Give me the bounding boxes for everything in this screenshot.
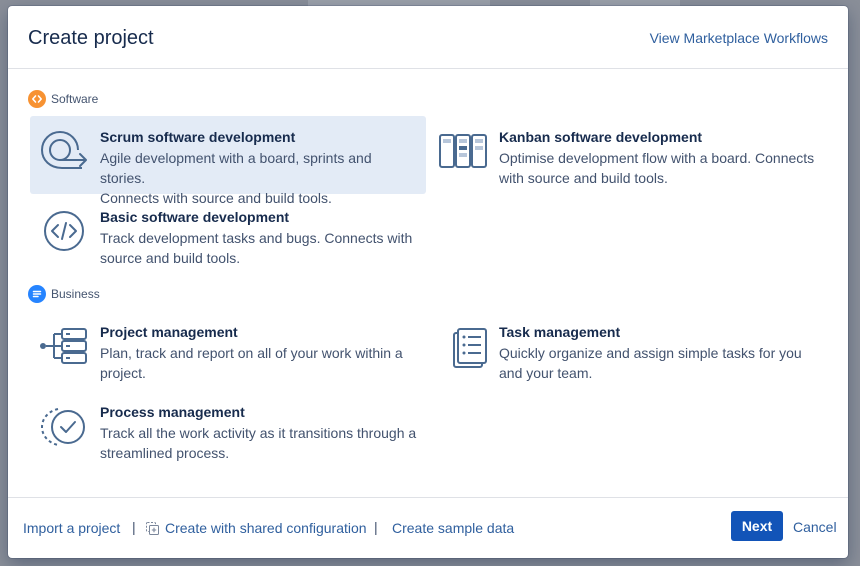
option-description-line: and your team. xyxy=(499,365,593,381)
section-heading-label: Business xyxy=(51,287,100,301)
scrum-cycle-icon xyxy=(38,126,90,176)
create-sample-data-link[interactable]: Create sample data xyxy=(392,520,514,536)
option-description: Optimise development flow with a board. … xyxy=(499,148,819,188)
option-basic-software-development[interactable]: Basic software development Track develop… xyxy=(30,196,426,274)
list-icon xyxy=(28,285,46,303)
option-description-line: Plan, track and report on all of your wo… xyxy=(100,345,403,361)
cancel-button[interactable]: Cancel xyxy=(793,519,837,535)
option-title: Basic software development xyxy=(100,209,290,225)
dialog-footer: Import a project | Create with shared co… xyxy=(8,497,848,558)
code-brackets-icon xyxy=(38,206,90,256)
create-shared-configuration-link[interactable]: Create with shared configuration xyxy=(145,520,367,536)
project-tree-icon xyxy=(38,321,90,371)
option-description-line: Track all the work activity as it transi… xyxy=(100,425,417,441)
option-process-management[interactable]: Process management Track all the work ac… xyxy=(30,391,426,469)
create-shared-configuration-label: Create with shared configuration xyxy=(165,520,367,536)
import-project-link[interactable]: Import a project xyxy=(23,520,120,536)
section-heading-software: Software xyxy=(28,90,98,108)
option-description: Quickly organize and assign simple tasks… xyxy=(499,343,819,383)
option-description: Track all the work activity as it transi… xyxy=(100,423,420,463)
create-project-dialog: Create project View Marketplace Workflow… xyxy=(8,6,848,558)
option-kanban-software-development[interactable]: Kanban software development Optimise dev… xyxy=(429,116,825,194)
dialog-title: Create project xyxy=(28,27,154,49)
option-description-line: Quickly organize and assign simple tasks… xyxy=(499,345,802,361)
option-description-line: with source and build tools. xyxy=(499,170,668,186)
shared-configuration-icon xyxy=(145,521,160,536)
option-scrum-software-development[interactable]: Scrum software development Agile develop… xyxy=(30,116,426,206)
footer-separator: | xyxy=(374,519,378,535)
option-title: Scrum software development xyxy=(100,129,296,145)
section-heading-business: Business xyxy=(28,285,100,303)
option-title: Task management xyxy=(499,324,621,340)
option-project-management[interactable]: Project management Plan, track and repor… xyxy=(30,311,426,389)
option-description: Track development tasks and bugs. Connec… xyxy=(100,228,420,268)
next-button[interactable]: Next xyxy=(731,511,783,541)
option-title: Kanban software development xyxy=(499,129,703,145)
dialog-header: Create project View Marketplace Workflow… xyxy=(8,6,848,69)
option-description-line: Optimise development flow with a board. … xyxy=(499,150,815,166)
process-check-icon xyxy=(38,401,90,451)
kanban-board-icon xyxy=(437,126,489,176)
option-title: Project management xyxy=(100,324,238,340)
code-icon xyxy=(28,90,46,108)
footer-separator: | xyxy=(132,519,136,535)
option-description-line: project. xyxy=(100,365,146,381)
section-heading-label: Software xyxy=(51,92,99,106)
option-task-management[interactable]: Task management Quickly organize and ass… xyxy=(429,311,825,389)
option-description: Plan, track and report on all of your wo… xyxy=(100,343,420,383)
option-description-line: Track development tasks and bugs. Connec… xyxy=(100,230,413,246)
option-description-line: streamlined process. xyxy=(100,445,230,461)
option-description-line: Agile development with a board, sprints … xyxy=(100,150,372,186)
checklist-icon xyxy=(437,321,489,371)
option-description-line: source and build tools. xyxy=(100,250,241,266)
option-title: Process management xyxy=(100,404,245,420)
view-marketplace-workflows-link[interactable]: View Marketplace Workflows xyxy=(650,30,828,46)
